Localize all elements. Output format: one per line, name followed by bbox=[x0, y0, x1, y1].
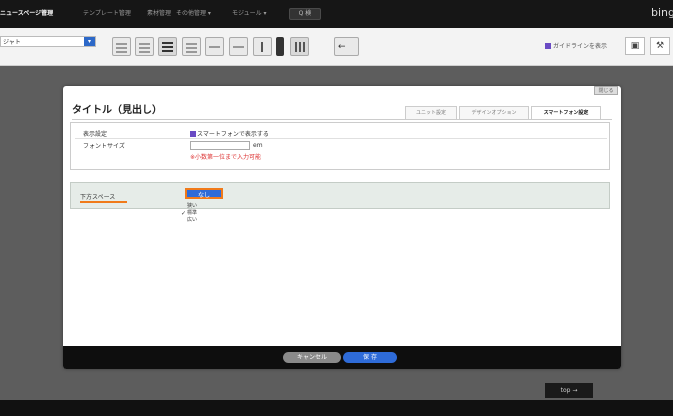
layout-button-2[interactable] bbox=[135, 37, 154, 56]
nav-tab-materials[interactable]: 素材管理 bbox=[147, 9, 171, 19]
tab-unit-settings[interactable]: ユニット設定 bbox=[405, 106, 457, 119]
layout-button-4[interactable] bbox=[182, 37, 201, 56]
font-size-note: ※小数第一位まで入力可能 bbox=[190, 154, 262, 161]
display-settings-section: 表示設定 スマートフォンで表示する フォントサイズ em ※小数第一位まで入力可… bbox=[70, 122, 610, 170]
checkmark-icon: ✓ bbox=[181, 210, 187, 217]
save-button[interactable]: 保 存 bbox=[343, 352, 397, 363]
chevron-down-icon: ▾ bbox=[84, 37, 95, 46]
checkbox-checked-icon bbox=[190, 131, 196, 137]
highlight-underline bbox=[80, 201, 127, 203]
option-wide[interactable]: 広い bbox=[181, 217, 211, 224]
guideline-toggle[interactable]: ガイドラインを表示 bbox=[545, 41, 607, 50]
layout-button-6[interactable] bbox=[229, 37, 248, 56]
arrow-left-icon: ← bbox=[338, 42, 346, 52]
bottom-spacing-options: 狭い ✓ 標準 広い bbox=[181, 203, 211, 224]
wrench-icon[interactable]: ⚒ bbox=[650, 37, 670, 55]
clipboard-icon[interactable]: ▣ bbox=[625, 37, 645, 55]
layout-button-1[interactable] bbox=[112, 37, 131, 56]
top-nav: ニュースページ管理 テンプレート管理 素材管理 その他管理 ▾ モジュール ▾ … bbox=[0, 0, 673, 28]
font-size-unit: em bbox=[253, 142, 263, 149]
smartphone-display-label: スマートフォンで表示する bbox=[197, 131, 269, 138]
close-button[interactable]: 閉じる bbox=[594, 86, 618, 95]
nav-tab-template[interactable]: テンプレート管理 bbox=[83, 9, 131, 19]
top-link[interactable]: top → bbox=[545, 383, 593, 398]
option-label: 狭い bbox=[187, 203, 198, 209]
font-size-input[interactable] bbox=[190, 141, 250, 150]
back-button[interactable]: ← bbox=[334, 37, 359, 56]
modal-footer: キャンセル 保 存 bbox=[63, 346, 621, 369]
bottom-spacing-section: 下方スペース なし bbox=[70, 182, 610, 209]
bottom-spacing-label: 下方スペース bbox=[80, 194, 116, 201]
display-setting-label: 表示設定 bbox=[83, 131, 108, 138]
layout-button-8[interactable] bbox=[276, 37, 284, 56]
layout-select[interactable]: ジャト ▾ bbox=[0, 36, 96, 47]
layout-select-value: ジャト bbox=[3, 39, 21, 46]
layout-button-5[interactable] bbox=[205, 37, 224, 56]
layout-button-3[interactable] bbox=[158, 37, 177, 56]
page-footer bbox=[0, 400, 673, 416]
nav-tab-module[interactable]: モジュール ▾ bbox=[232, 9, 267, 19]
option-narrow[interactable]: 狭い bbox=[181, 203, 211, 210]
option-label: 標準 bbox=[187, 210, 198, 216]
checkbox-icon bbox=[545, 43, 551, 49]
nav-tab-news-page[interactable]: ニュースページ管理 bbox=[0, 9, 53, 19]
tab-design-options[interactable]: デザインオプション bbox=[459, 106, 529, 119]
smartphone-display-checkbox[interactable]: スマートフォンで表示する bbox=[190, 129, 269, 138]
option-label: 広い bbox=[187, 217, 198, 223]
nav-tab-other[interactable]: その他管理 ▾ bbox=[176, 9, 211, 19]
cancel-button[interactable]: キャンセル bbox=[283, 352, 341, 363]
font-size-label: フォントサイズ bbox=[83, 143, 125, 150]
option-standard[interactable]: ✓ 標準 bbox=[181, 210, 211, 217]
row-divider bbox=[75, 138, 607, 139]
tab-smartphone-settings[interactable]: スマートフォン設定 bbox=[531, 106, 601, 119]
settings-modal: 閉じる タイトル（見出し） ユニット設定 デザインオプション スマートフォン設定… bbox=[63, 86, 621, 369]
guideline-label: ガイドラインを表示 bbox=[553, 43, 608, 50]
modal-title: タイトル（見出し） bbox=[72, 105, 162, 116]
tab-divider bbox=[72, 119, 612, 120]
layout-button-9[interactable] bbox=[290, 37, 309, 56]
layout-toolbar: ジャト ▾ ← ガイドラインを表示 ▣ ⚒ bbox=[0, 28, 673, 66]
layout-button-7[interactable] bbox=[253, 37, 272, 56]
search-box[interactable]: Q 検 bbox=[289, 8, 321, 20]
bottom-spacing-select[interactable]: なし bbox=[185, 188, 223, 199]
brand-logo: bingo bbox=[651, 6, 673, 19]
